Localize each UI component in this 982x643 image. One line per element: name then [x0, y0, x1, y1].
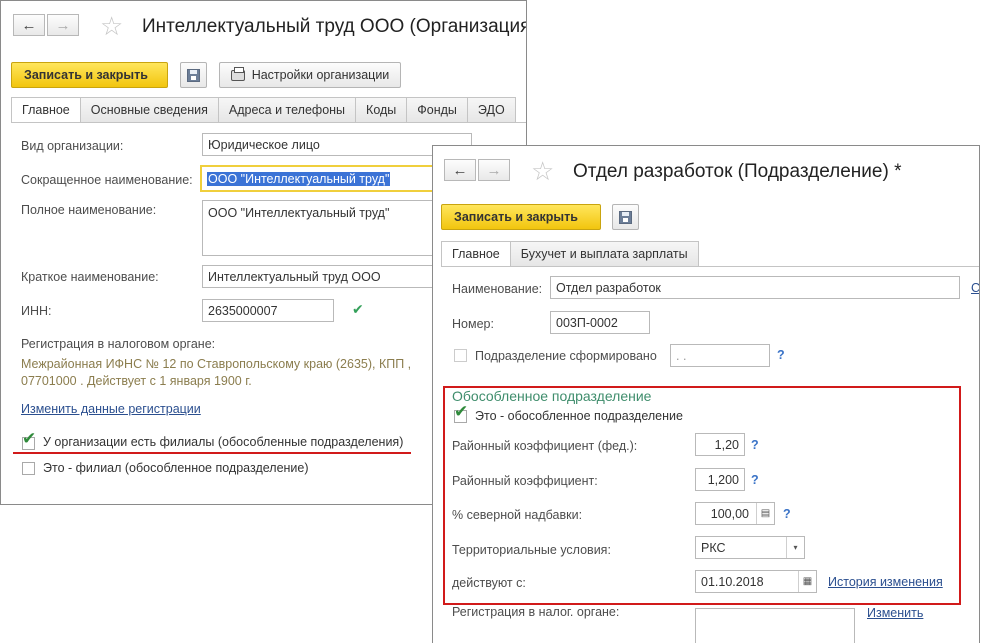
floppy-disk-icon [187, 68, 200, 82]
org-type-label: Вид организации: [21, 139, 124, 153]
change-registration-link[interactable]: Изменить данные регистрации [21, 402, 201, 416]
checkmark-icon: ✔ [22, 429, 37, 448]
window-title-dept: Отдел разработок (Подразделение) * [573, 161, 902, 182]
north-bonus-value: 100,00 [710, 506, 749, 521]
window-title: Интеллектуальный труд ООО (Организация) [142, 16, 527, 37]
back-button[interactable]: ← [13, 14, 45, 36]
arrow-left-icon: ← [21, 16, 37, 34]
number-label: Номер: [452, 317, 494, 331]
territorial-label: Территориальные условия: [452, 543, 611, 557]
tax-reg-line1: Межрайонная ИФНС № 12 по Ставропольскому… [21, 357, 412, 371]
inn-value: 2635000007 [208, 303, 278, 318]
is-separate-label: Это - обособленное подразделение [475, 409, 683, 423]
short-name-label: Сокращенное наименование: [21, 173, 193, 187]
district-input[interactable]: 1,200 [695, 468, 745, 491]
inn-label: ИНН: [21, 304, 52, 318]
chevron-down-icon[interactable]: ▾ [786, 537, 804, 558]
is-branch-checkbox[interactable] [22, 462, 35, 475]
formed-date-value: . . [676, 348, 687, 363]
arrow-left-icon: ← [452, 161, 468, 179]
tab-addresses[interactable]: Адреса и телефоны [218, 97, 357, 123]
tab-divider [11, 122, 526, 123]
north-bonus-input[interactable]: 100,00 ▤ [695, 502, 775, 525]
district-fed-label: Районный коэффициент (фед.): [452, 439, 638, 453]
arrow-right-icon: → [486, 161, 502, 179]
tab-main[interactable]: Главное [11, 97, 81, 123]
short-name-input[interactable]: ООО "Интеллектуальный труд" [200, 165, 440, 192]
department-window: ← → ☆ Отдел разработок (Подразделение) *… [432, 145, 980, 643]
tab-main-dept[interactable]: Главное [441, 241, 511, 267]
territorial-select[interactable]: РКС ▾ [695, 536, 805, 559]
inn-valid-check-icon: ✔ [352, 301, 364, 317]
back-button-dept[interactable]: ← [444, 159, 476, 181]
formed-label: Подразделение сформировано [475, 349, 657, 363]
valid-from-value: 01.10.2018 [701, 574, 764, 589]
district-fed-input[interactable]: 1,20 [695, 433, 745, 456]
calendar-icon[interactable]: ▦ [798, 571, 816, 592]
district-value: 1,200 [707, 472, 739, 487]
floppy-disk-icon [619, 210, 632, 224]
org-tabs: Главное Основные сведения Адреса и телеф… [11, 97, 516, 123]
forward-button[interactable]: → [47, 14, 79, 36]
tax-reg-label: Регистрация в налоговом органе: [21, 337, 216, 351]
brief-name-value: Интеллектуальный труд ООО [208, 269, 381, 284]
brief-name-label: Краткое наименование: [21, 270, 159, 284]
north-bonus-label: % северной надбавки: [452, 508, 583, 522]
org-settings-button[interactable]: Настройки организации [219, 62, 401, 88]
full-name-value: ООО "Интеллектуальный труд" [208, 206, 390, 220]
tab-accounting-payroll[interactable]: Бухучет и выплата зарплаты [510, 241, 699, 267]
number-input[interactable]: 003П-0002 [550, 311, 650, 334]
change-link[interactable]: Изменить [867, 606, 923, 620]
org-settings-label: Настройки организации [251, 68, 390, 82]
history-link[interactable]: История изменения [828, 575, 943, 589]
favorite-star-icon[interactable]: ☆ [531, 158, 554, 184]
save-button[interactable] [180, 62, 207, 88]
arrow-right-icon: → [55, 16, 71, 34]
dept-name-side-link[interactable]: С [971, 281, 979, 295]
brief-name-input[interactable]: Интеллектуальный труд ООО [202, 265, 442, 288]
full-name-label: Полное наименование: [21, 203, 157, 217]
save-close-button[interactable]: Записать и закрыть [11, 62, 168, 88]
valid-from-input[interactable]: 01.10.2018 ▦ [695, 570, 817, 593]
formed-checkbox[interactable] [454, 349, 467, 362]
district-fed-value: 1,20 [714, 437, 739, 452]
dept-tax-reg-field[interactable] [695, 608, 855, 643]
is-branch-label: Это - филиал (обособленное подразделение… [43, 461, 309, 475]
forward-button-dept[interactable]: → [478, 159, 510, 181]
dept-name-value: Отдел разработок [556, 280, 661, 295]
tab-funds[interactable]: Фонды [407, 97, 468, 123]
favorite-star-icon[interactable]: ☆ [100, 13, 123, 39]
dept-name-label: Наименование: [452, 282, 543, 296]
district-label: Районный коэффициент: [452, 474, 598, 488]
dept-tax-reg-label: Регистрация в налог. органе: [452, 605, 620, 619]
territorial-value: РКС [701, 540, 726, 555]
printer-icon [230, 66, 245, 81]
has-branches-label: У организации есть филиалы (обособленные… [43, 435, 404, 449]
formed-date-input[interactable]: . . [670, 344, 770, 367]
org-type-value: Юридическое лицо [208, 137, 320, 152]
save-close-button-dept[interactable]: Записать и закрыть [441, 204, 601, 230]
short-name-value: ООО "Интеллектуальный труд" [207, 171, 391, 186]
save-button-dept[interactable] [612, 204, 639, 230]
help-question-icon[interactable]: ? [777, 348, 785, 362]
dept-name-input[interactable]: Отдел разработок [550, 276, 960, 299]
red-underline-annotation [13, 452, 411, 454]
checkmark-icon: ✔ [454, 402, 469, 421]
number-value: 003П-0002 [556, 315, 618, 330]
tax-reg-line2: 07701000 . Действует с 1 января 1900 г. [21, 374, 252, 388]
separate-section-title: Обособленное подразделение [452, 388, 652, 404]
dept-tabs: Главное Бухучет и выплата зарплаты [441, 241, 699, 267]
tab-divider [441, 266, 979, 267]
full-name-input[interactable]: ООО "Интеллектуальный труд" [202, 200, 442, 256]
tab-basic-info[interactable]: Основные сведения [80, 97, 219, 123]
calculator-icon[interactable]: ▤ [756, 503, 774, 524]
inn-input[interactable]: 2635000007 [202, 299, 334, 322]
help-question-icon[interactable]: ? [751, 438, 759, 452]
tab-edo[interactable]: ЭДО [467, 97, 516, 123]
valid-from-label: действуют с: [452, 576, 526, 590]
help-question-icon[interactable]: ? [751, 473, 759, 487]
help-question-icon[interactable]: ? [783, 507, 791, 521]
tab-codes[interactable]: Коды [356, 97, 408, 123]
